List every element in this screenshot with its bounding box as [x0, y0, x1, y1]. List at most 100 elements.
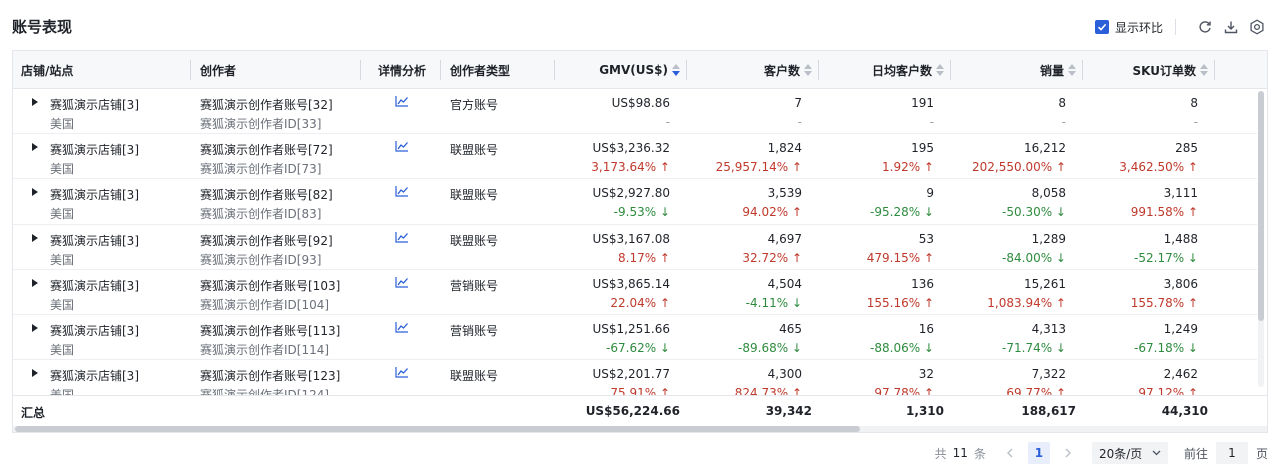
- creator-type: 联盟账号: [450, 188, 499, 203]
- col-daily-label: 日均客户数: [871, 63, 932, 78]
- creator-type: 联盟账号: [450, 369, 499, 384]
- page-size-select[interactable]: 20条/页: [1091, 442, 1168, 464]
- sort-icon[interactable]: [804, 64, 812, 76]
- gmv-change: 3,173.64% ↑: [591, 160, 670, 175]
- customers-value: 465: [779, 321, 802, 336]
- sales-change: 1,083.94% ↑: [987, 295, 1066, 310]
- table-row: 赛狐演示店铺[3] 美国 赛狐演示创作者账号[82] 赛狐演示创作者ID[83] 联盟账…: [13, 179, 1257, 225]
- sales-change: -84.00% ↓: [1002, 250, 1066, 265]
- table-row: 赛狐演示店铺[3] 美国 赛狐演示创作者账号[92] 赛狐演示创作者ID[93] 联盟账…: [13, 225, 1257, 270]
- creator-name: 赛狐演示创作者账号[103]: [200, 278, 341, 293]
- gmv-change: -: [665, 115, 670, 129]
- creator-name: 赛狐演示创作者账号[123]: [200, 369, 341, 384]
- chevron-left-icon: [1006, 448, 1013, 458]
- site-name: 美国: [50, 342, 75, 357]
- col-gmv[interactable]: GMV(US$): [554, 51, 680, 89]
- trend-chart-icon[interactable]: [395, 231, 409, 243]
- summary-gmv: US$56,224.66: [585, 404, 680, 418]
- gmv-value: US$98.86: [611, 96, 670, 110]
- table-row: 赛狐演示店铺[3] 美国 赛狐演示创作者账号[113] 赛狐演示创作者ID[114] 营…: [13, 315, 1257, 361]
- daily-change: 97.78% ↑: [874, 386, 934, 395]
- customers-value: 7: [794, 96, 802, 110]
- customers-value: 3,539: [767, 186, 802, 201]
- daily-value: 195: [911, 141, 934, 156]
- total-suffix: 条: [973, 446, 986, 461]
- col-sales-label: 销量: [1039, 63, 1064, 78]
- goto-prefix: 前往: [1183, 446, 1208, 461]
- horizontal-scroll-thumb[interactable]: [15, 426, 860, 432]
- creator-id: 赛狐演示创作者ID[114]: [200, 342, 330, 357]
- customers-value: 4,697: [767, 231, 802, 246]
- expand-row-icon[interactable]: [32, 188, 38, 197]
- sku-change: 97.12% ↑: [1138, 386, 1198, 395]
- settings-icon[interactable]: [1248, 18, 1266, 36]
- shop-name: 赛狐演示店铺[3]: [50, 98, 139, 112]
- customers-value: 4,504: [767, 276, 802, 291]
- daily-value: 191: [911, 96, 934, 110]
- trend-chart-icon[interactable]: [395, 140, 409, 152]
- daily-change: 479.15% ↑: [866, 250, 934, 265]
- creator-name: 赛狐演示创作者账号[82]: [200, 188, 333, 203]
- sort-icon[interactable]: [936, 64, 944, 76]
- col-customers[interactable]: 客户数: [686, 51, 812, 89]
- expand-row-icon[interactable]: [32, 233, 38, 242]
- expand-row-icon[interactable]: [32, 98, 38, 106]
- sku-change: -52.17% ↓: [1134, 250, 1198, 265]
- sort-icon[interactable]: [1068, 64, 1076, 76]
- trend-chart-icon[interactable]: [395, 276, 409, 288]
- compare-checkbox[interactable]: [1094, 20, 1109, 34]
- expand-row-icon[interactable]: [32, 278, 38, 287]
- vertical-scrollbar[interactable]: [1258, 91, 1264, 387]
- vertical-scroll-thumb[interactable]: [1258, 91, 1264, 321]
- sort-icon[interactable]: [672, 64, 680, 76]
- expand-row-icon[interactable]: [32, 323, 38, 332]
- horizontal-scrollbar[interactable]: [13, 426, 1267, 432]
- sales-value: 4,313: [1031, 321, 1066, 336]
- daily-change: -: [929, 115, 934, 129]
- expand-row-icon[interactable]: [32, 143, 38, 152]
- col-divider: [1214, 60, 1215, 80]
- trend-chart-icon[interactable]: [395, 366, 409, 378]
- goto-page-input[interactable]: [1215, 442, 1248, 464]
- pagination: 共 11 条 1 20条/页 前往 页: [935, 441, 1268, 465]
- col-daily[interactable]: 日均客户数: [818, 51, 944, 89]
- sales-value: 8: [1058, 96, 1066, 110]
- trend-chart-icon[interactable]: [395, 95, 409, 107]
- trend-chart-icon[interactable]: [395, 185, 409, 197]
- gmv-value: US$3,167.08: [592, 231, 670, 246]
- download-icon[interactable]: [1222, 18, 1240, 36]
- next-page-button[interactable]: [1058, 443, 1078, 463]
- sku-value: 8: [1190, 96, 1198, 110]
- gmv-value: US$3,865.14: [592, 276, 670, 291]
- gmv-change: -9.53% ↓: [613, 205, 670, 220]
- col-sku[interactable]: SKU订单数: [1082, 51, 1208, 89]
- summary-customers: 39,342: [765, 404, 812, 418]
- site-name: 美国: [50, 386, 74, 395]
- col-sales[interactable]: 销量: [950, 51, 1076, 89]
- customers-value: 1,824: [767, 141, 802, 156]
- customers-change: -4.11% ↓: [745, 295, 802, 310]
- sales-change: -: [1061, 115, 1066, 129]
- refresh-icon[interactable]: [1196, 18, 1214, 36]
- customers-value: 4,300: [767, 367, 802, 382]
- sku-change: -: [1193, 115, 1198, 129]
- gmv-change: 8.17% ↑: [618, 250, 670, 265]
- chevron-down-icon: [1152, 450, 1161, 456]
- chevron-right-icon: [1065, 448, 1071, 458]
- col-type: 创作者类型: [450, 63, 511, 78]
- table-header: 店铺/站点 创作者 详情分析 创作者类型 GMV(US$) 客户数 日均客户数 …: [13, 51, 1267, 89]
- sku-value: 2,462: [1163, 367, 1198, 382]
- creator-type: 营销账号: [450, 323, 499, 338]
- creator-name: 赛狐演示创作者账号[113]: [200, 323, 341, 338]
- customers-change: 25,957.14% ↑: [715, 160, 802, 175]
- page-number-current[interactable]: 1: [1027, 442, 1050, 464]
- compare-checkbox-label[interactable]: 显示环比: [1115, 19, 1163, 36]
- prev-page-button[interactable]: [1000, 443, 1020, 463]
- summary-sku: 44,310: [1161, 404, 1208, 418]
- expand-row-icon[interactable]: [32, 369, 38, 378]
- trend-chart-icon[interactable]: [395, 321, 409, 333]
- sort-icon[interactable]: [1200, 64, 1208, 76]
- goto-suffix: 页: [1255, 446, 1268, 461]
- customers-change: 32.72% ↑: [742, 250, 802, 265]
- creator-name: 赛狐演示创作者账号[32]: [200, 98, 333, 112]
